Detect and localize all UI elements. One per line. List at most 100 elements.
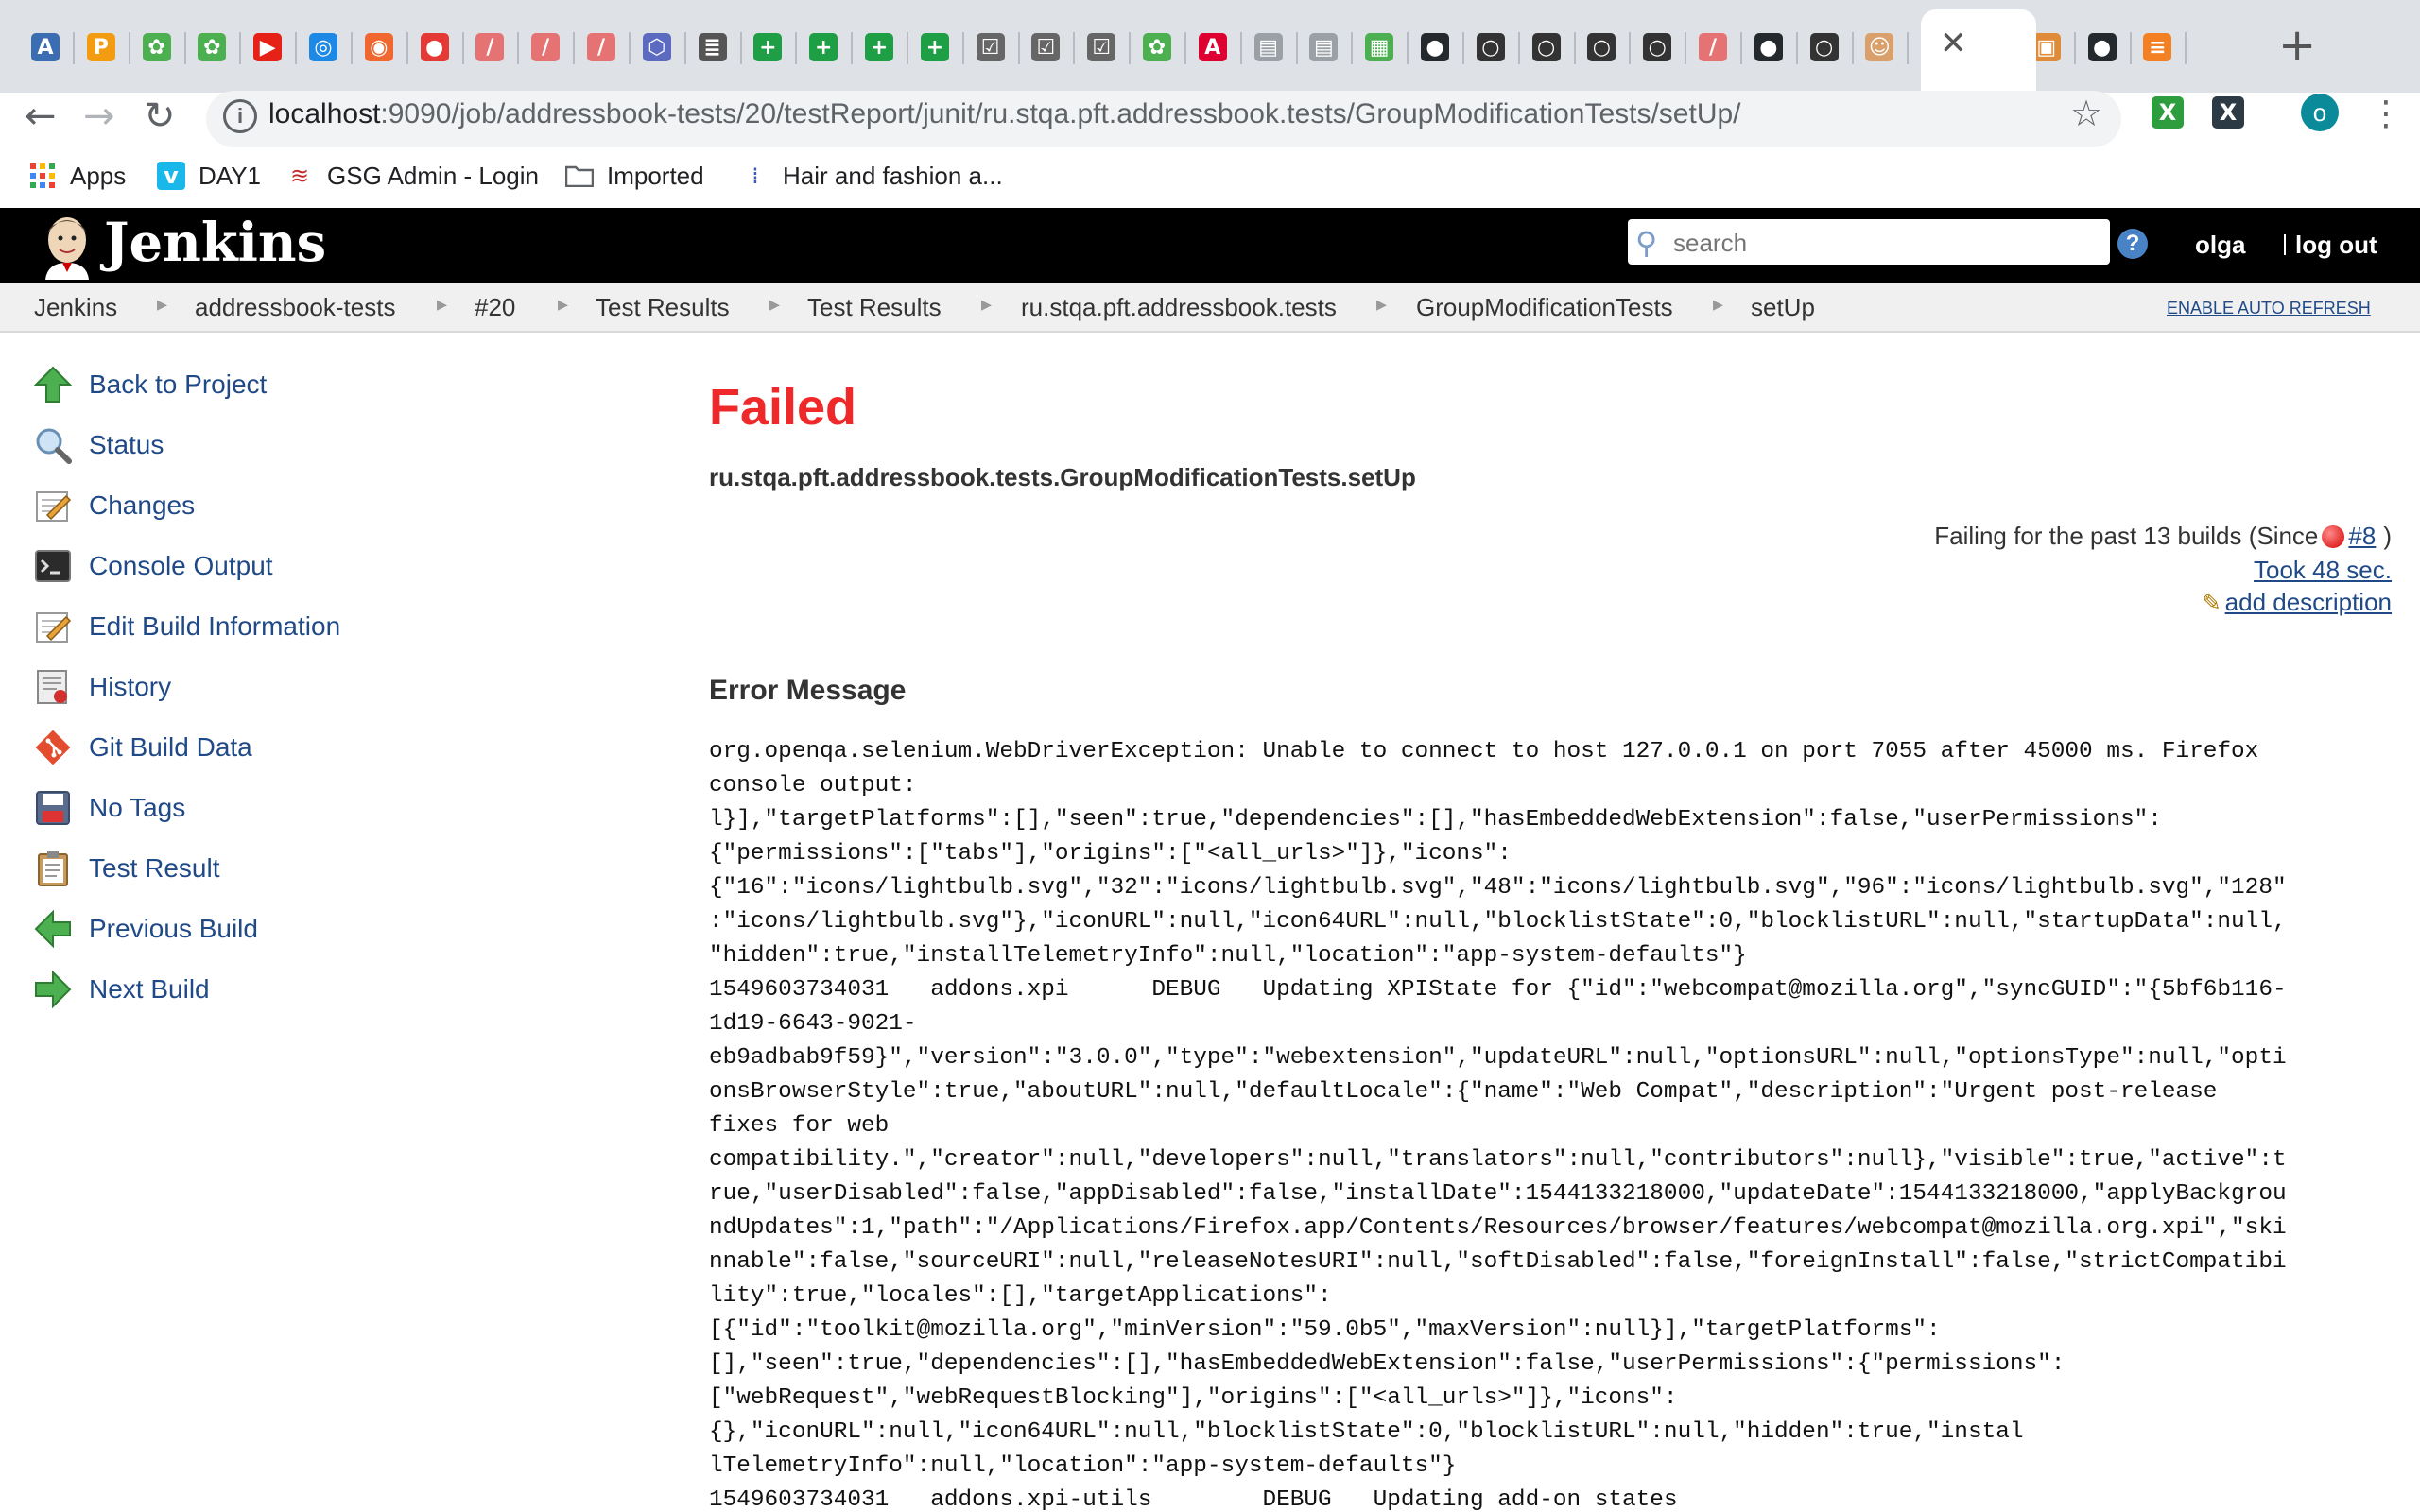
sidebar-item-back-to-project[interactable]: Back to Project xyxy=(32,361,267,408)
browser-tab[interactable]: / xyxy=(463,21,516,74)
breadcrumb-build[interactable]: #20 xyxy=(475,293,515,322)
frog-icon: ✿ xyxy=(198,33,227,61)
browser-tab[interactable]: ○ xyxy=(1520,21,1573,74)
logout-link[interactable]: log out xyxy=(2295,231,2377,260)
browser-tab[interactable]: ● xyxy=(1409,21,1461,74)
browser-tab[interactable]: ○ xyxy=(1575,21,1628,74)
browser-tab[interactable]: ▤ xyxy=(1297,21,1350,74)
browser-tab[interactable]: ◉ xyxy=(353,21,406,74)
bookmark-day1[interactable]: v DAY1 xyxy=(157,157,261,195)
browser-tab[interactable]: ● xyxy=(1742,21,1795,74)
bookmark-hair-fashion[interactable]: ⁞ Hair and fashion a... xyxy=(741,157,1003,195)
took-duration-link[interactable]: Took 48 sec. xyxy=(2254,556,2392,585)
breadcrumb-chevron-icon[interactable]: ▸ xyxy=(558,293,568,317)
add-description-link[interactable]: ✎ add description xyxy=(2203,588,2392,617)
failing-prefix: Failing for the past 13 builds (Since xyxy=(1934,522,2319,550)
active-tab[interactable] xyxy=(1921,9,2036,93)
sidebar-item-console-output[interactable]: Console Output xyxy=(32,542,273,590)
breadcrumb-chevron-icon[interactable]: ▸ xyxy=(1713,293,1723,317)
browser-tab[interactable]: ✿ xyxy=(1131,21,1184,74)
sidebar-item-no-tags[interactable]: No Tags xyxy=(32,784,185,832)
sidebar-item-next-build[interactable]: Next Build xyxy=(32,966,210,1013)
breadcrumb-test-results[interactable]: Test Results xyxy=(596,293,730,322)
reload-icon[interactable]: ↻ xyxy=(144,94,176,138)
breadcrumb-chevron-icon[interactable]: ▸ xyxy=(981,293,992,317)
user-link[interactable]: olga xyxy=(2195,231,2245,260)
browser-tab[interactable]: + xyxy=(908,21,961,74)
sidebar-item-label: Status xyxy=(89,430,164,459)
error-line: onsBrowserStyle":true,"aboutURL":null,"d… xyxy=(709,1079,2218,1105)
breadcrumb-test-results-2[interactable]: Test Results xyxy=(807,293,942,322)
breadcrumb-jenkins[interactable]: Jenkins xyxy=(34,293,117,322)
browser-tab[interactable]: ✿ xyxy=(185,21,238,74)
browser-tab[interactable]: ⬡ xyxy=(631,21,683,74)
browser-tab[interactable]: P xyxy=(75,21,128,74)
enable-auto-refresh-link[interactable]: ENABLE AUTO REFRESH xyxy=(2167,299,2371,318)
breadcrumb-job[interactable]: addressbook-tests xyxy=(195,293,395,322)
bookmark-star-icon[interactable]: ☆ xyxy=(2070,93,2102,134)
jenkins-icon: ☺ xyxy=(1865,33,1894,61)
browser-tab[interactable]: ◎ xyxy=(297,21,350,74)
sidebar-item-history[interactable]: History xyxy=(32,663,171,711)
browser-menu-icon[interactable]: ⋮ xyxy=(2369,94,2403,133)
profile-avatar[interactable]: o xyxy=(2301,94,2339,131)
browser-tab[interactable]: / xyxy=(1686,21,1739,74)
browser-tab[interactable]: ○ xyxy=(1464,21,1517,74)
browser-tab[interactable]: ▦ xyxy=(1353,21,1406,74)
browser-tab[interactable]: ☑ xyxy=(1019,21,1072,74)
error-line: compatibility.","creator":null,"develope… xyxy=(709,1147,2287,1173)
add-description-label[interactable]: add description xyxy=(2225,588,2392,617)
browser-tab[interactable]: ☺ xyxy=(1853,21,1906,74)
breadcrumb-method[interactable]: setUp xyxy=(1751,293,1815,322)
browser-tab[interactable]: + xyxy=(797,21,850,74)
excel-extension-icon[interactable]: X xyxy=(2152,96,2184,129)
site-info-icon[interactable]: i xyxy=(223,99,257,133)
error-line: {"permissions":["tabs"],"origins":["<all… xyxy=(709,841,1512,867)
browser-tab[interactable]: + xyxy=(853,21,906,74)
sidebar-item-previous-build[interactable]: Previous Build xyxy=(32,905,258,953)
browser-tab[interactable]: ☑ xyxy=(1075,21,1128,74)
browser-tab[interactable]: A xyxy=(19,21,72,74)
sidebar-item-edit-build-information[interactable]: Edit Build Information xyxy=(32,603,340,650)
back-arrow-icon[interactable]: ← xyxy=(25,94,57,138)
new-tab-button[interactable]: + xyxy=(2278,19,2316,72)
bookmark-gsg-admin[interactable]: ≋ GSG Admin - Login xyxy=(285,157,539,195)
browser-tab[interactable]: ✿ xyxy=(130,21,183,74)
help-icon[interactable]: ? xyxy=(2118,229,2148,259)
browser-tab[interactable]: ☑ xyxy=(964,21,1017,74)
error-line: 1d19-6643-9021- xyxy=(709,1011,917,1037)
breadcrumb-chevron-icon[interactable]: ▸ xyxy=(1376,293,1387,317)
url-text[interactable]: localhost:9090/job/addressbook-tests/20/… xyxy=(268,98,1741,130)
breadcrumb-class[interactable]: GroupModificationTests xyxy=(1416,293,1673,322)
sidebar-item-git-build-data[interactable]: Git Build Data xyxy=(32,724,252,771)
browser-tab[interactable]: ▶ xyxy=(241,21,294,74)
bookmark-apps[interactable]: Apps xyxy=(28,157,126,195)
breadcrumb-chevron-icon[interactable]: ▸ xyxy=(157,293,167,317)
search-input[interactable] xyxy=(1671,225,2100,261)
browser-tab[interactable]: ● xyxy=(2076,21,2129,74)
browser-tab[interactable]: ≣ xyxy=(686,21,739,74)
breadcrumb-chevron-icon[interactable]: ▸ xyxy=(437,293,447,317)
stackoverflow-icon: ≡ xyxy=(2143,33,2172,61)
x-extension-icon[interactable]: X xyxy=(2212,96,2244,129)
browser-tab[interactable]: / xyxy=(575,21,628,74)
browser-tab[interactable]: ○ xyxy=(1631,21,1684,74)
browser-tab[interactable]: + xyxy=(741,21,794,74)
breadcrumb-package[interactable]: ru.stqa.pft.addressbook.tests xyxy=(1021,293,1337,322)
browser-tab[interactable]: ≡ xyxy=(2131,21,2184,74)
forward-arrow-icon[interactable]: → xyxy=(83,94,115,138)
sidebar-item-changes[interactable]: Changes xyxy=(32,482,195,529)
failing-since-build-link[interactable]: #8 xyxy=(2348,522,2376,551)
browser-tab[interactable]: A xyxy=(1186,21,1239,74)
sidebar-item-test-result[interactable]: Test Result xyxy=(32,845,220,892)
sidebar-item-status[interactable]: Status xyxy=(32,421,164,469)
browser-tab[interactable]: ○ xyxy=(1798,21,1851,74)
close-tab-icon[interactable]: ✕ xyxy=(1940,25,1967,62)
browser-tab[interactable]: ▤ xyxy=(1242,21,1295,74)
browser-tab[interactable]: ● xyxy=(408,21,461,74)
jenkins-logo-icon[interactable] xyxy=(36,212,98,280)
bookmark-imported[interactable]: Imported xyxy=(565,157,704,195)
breadcrumb-chevron-icon[interactable]: ▸ xyxy=(769,293,780,317)
jenkins-title[interactable]: Jenkins xyxy=(104,212,326,274)
browser-tab[interactable]: / xyxy=(519,21,572,74)
